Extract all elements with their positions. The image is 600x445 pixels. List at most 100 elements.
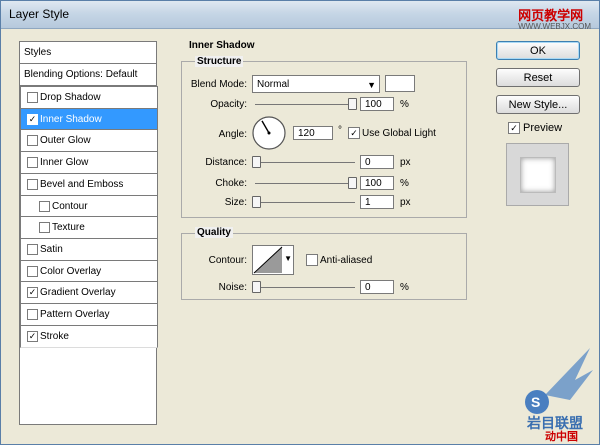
contour-curve-icon — [253, 246, 283, 274]
choke-slider-handle[interactable] — [348, 177, 357, 189]
use-global-light-label: Use Global Light — [362, 128, 436, 139]
style-item-pattern-overlay[interactable]: Pattern Overlay — [20, 303, 158, 326]
style-item-label: Pattern Overlay — [40, 309, 110, 320]
opacity-label: Opacity: — [210, 99, 247, 110]
choke-label: Choke: — [215, 178, 247, 189]
style-item-drop-shadow[interactable]: Drop Shadow — [20, 86, 158, 109]
preview-swatch — [520, 157, 556, 193]
style-item-label: Color Overlay — [40, 265, 102, 277]
size-input[interactable]: 1 — [360, 195, 394, 209]
distance-slider-handle[interactable] — [252, 156, 261, 168]
style-item-checkbox[interactable] — [27, 157, 38, 169]
window-title: Layer Style — [9, 7, 70, 21]
style-item-checkbox[interactable] — [27, 265, 38, 277]
opacity-slider[interactable] — [255, 104, 355, 105]
style-item-stroke[interactable]: ✓ Stroke — [20, 324, 158, 348]
style-item-label: Inner Shadow — [40, 113, 102, 125]
choke-input[interactable]: 100 — [360, 176, 394, 190]
style-item-label: Outer Glow — [40, 135, 91, 147]
blend-mode-label: Blend Mode: — [190, 79, 247, 90]
use-global-light-checkbox[interactable]: ✓ — [348, 127, 360, 139]
style-item-checkbox[interactable]: ✓ — [27, 113, 38, 125]
angle-input[interactable]: 120 — [293, 126, 333, 140]
blending-options-item[interactable]: Blending Options: Default — [20, 64, 156, 86]
watermark-footer: 动中国 — [545, 431, 578, 443]
anti-aliased-checkbox[interactable] — [306, 254, 318, 266]
ok-button[interactable]: OK — [496, 41, 580, 60]
style-item-inner-shadow[interactable]: ✓ Inner Shadow — [20, 107, 158, 131]
choke-slider[interactable] — [255, 183, 355, 184]
styles-list: Styles Blending Options: Default Drop Sh… — [19, 41, 158, 425]
style-item-gradient-overlay[interactable]: ✓ Gradient Overlay — [20, 281, 158, 305]
contour-label: Contour: — [208, 255, 247, 266]
opacity-input[interactable]: 100 — [360, 97, 394, 111]
distance-unit: px — [400, 157, 411, 168]
style-item-label: Inner Glow — [40, 157, 89, 169]
size-slider[interactable] — [255, 202, 355, 203]
inner-shadow-title: Inner Shadow — [189, 40, 255, 51]
style-item-label: Stroke — [40, 330, 69, 342]
opacity-slider-handle[interactable] — [348, 98, 357, 110]
style-item-label: Satin — [40, 243, 63, 255]
size-slider-handle[interactable] — [252, 196, 261, 208]
style-item-color-overlay[interactable]: Color Overlay — [20, 259, 158, 283]
style-item-checkbox[interactable] — [27, 178, 38, 190]
style-item-outer-glow[interactable]: Outer Glow — [20, 129, 158, 153]
watermark-url: WWW.WEBJX.COM — [518, 22, 591, 31]
chevron-down-icon: ▼ — [367, 80, 376, 90]
preview-checkbox[interactable]: ✓ — [508, 122, 520, 134]
watermark-logo: S 岩目联盟 — [515, 340, 595, 440]
noise-slider-handle[interactable] — [252, 281, 261, 293]
angle-dial[interactable] — [251, 115, 287, 151]
style-item-checkbox[interactable] — [27, 92, 38, 103]
blend-mode-value: Normal — [257, 79, 290, 90]
opacity-unit: % — [400, 99, 409, 110]
angle-unit: ° — [338, 125, 342, 136]
style-item-checkbox[interactable] — [27, 135, 38, 147]
style-item-checkbox[interactable]: ✓ — [27, 287, 38, 299]
style-item-label: Drop Shadow — [40, 92, 101, 103]
title-bar[interactable]: Layer Style 网页教学网 WWW.WEBJX.COM — [1, 1, 599, 31]
style-item-label: Texture — [52, 222, 85, 234]
style-item-label: Gradient Overlay — [40, 287, 116, 299]
svg-text:S: S — [531, 394, 540, 410]
reset-button[interactable]: Reset — [496, 68, 580, 87]
style-item-texture[interactable]: Texture — [20, 216, 158, 240]
anti-aliased-label: Anti-aliased — [320, 255, 373, 266]
style-item-checkbox[interactable] — [27, 309, 38, 320]
style-item-inner-glow[interactable]: Inner Glow — [20, 151, 158, 175]
style-item-checkbox[interactable] — [39, 222, 50, 234]
style-item-checkbox[interactable] — [27, 243, 38, 255]
styles-header[interactable]: Styles — [20, 42, 156, 64]
chevron-down-icon: ▼ — [284, 254, 292, 263]
noise-input[interactable]: 0 — [360, 280, 394, 294]
blend-mode-select[interactable]: Normal ▼ — [252, 75, 380, 93]
style-preview — [506, 143, 569, 206]
noise-label: Noise: — [218, 282, 247, 293]
size-label: Size: — [224, 197, 247, 208]
style-item-checkbox[interactable] — [39, 200, 50, 212]
style-item-bevel-and-emboss[interactable]: Bevel and Emboss — [20, 172, 158, 196]
distance-slider[interactable] — [255, 162, 355, 163]
choke-unit: % — [400, 178, 409, 189]
contour-picker[interactable]: ▼ — [252, 245, 294, 275]
noise-unit: % — [400, 282, 409, 293]
style-item-contour[interactable]: Contour — [20, 194, 158, 218]
style-item-checkbox[interactable]: ✓ — [27, 330, 38, 342]
shadow-color-swatch[interactable] — [385, 75, 415, 92]
angle-dial-icon — [252, 116, 286, 150]
angle-label: Angle: — [218, 129, 247, 140]
style-item-label: Bevel and Emboss — [40, 178, 124, 190]
quality-title: Quality — [195, 227, 233, 238]
preview-label: Preview — [523, 122, 563, 134]
style-item-label: Contour — [52, 200, 88, 212]
distance-label: Distance: — [205, 157, 247, 168]
watermark-site: 网页教学网 WWW.WEBJX.COM — [518, 8, 591, 31]
structure-title: Structure — [195, 56, 244, 67]
new-style-button[interactable]: New Style... — [496, 95, 580, 114]
style-item-satin[interactable]: Satin — [20, 237, 158, 261]
noise-slider[interactable] — [255, 287, 355, 288]
distance-input[interactable]: 0 — [360, 155, 394, 169]
watermark-wings-icon: S 岩目联盟 — [525, 348, 593, 432]
size-unit: px — [400, 197, 411, 208]
